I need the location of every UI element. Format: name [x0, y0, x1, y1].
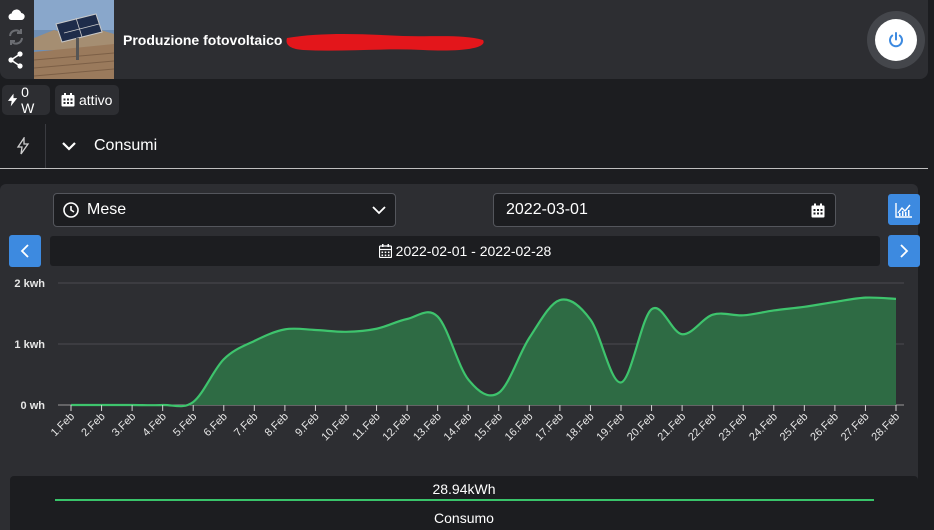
calendar-icon	[378, 244, 392, 258]
data-point	[130, 403, 134, 407]
calendar-icon[interactable]	[811, 203, 825, 218]
x-tick-label: 5.Feb	[171, 411, 199, 439]
data-point	[466, 377, 470, 381]
period-select[interactable]: Mese	[53, 193, 396, 227]
section-underline	[0, 168, 928, 169]
next-period-button[interactable]	[888, 235, 920, 267]
x-tick-label: 9.Feb	[293, 411, 321, 439]
x-tick-label: 18.Feb	[564, 411, 597, 444]
consumption-chart: 2 kwh 1 kwh 0 wh1.Feb 2.Feb 3.Feb 4.Feb 5.Feb 6…	[14, 278, 904, 444]
section-title: Consumi	[94, 137, 158, 154]
data-point	[863, 296, 867, 300]
data-point	[283, 327, 287, 331]
status-badge: attivo	[55, 85, 119, 115]
data-point	[161, 403, 165, 407]
x-tick-label: 28.Feb	[869, 411, 902, 444]
x-tick-label: 12.Feb	[381, 411, 414, 444]
bolt-outline-icon	[16, 137, 30, 155]
x-tick-label: 1.Feb	[49, 411, 77, 439]
consumption-area	[71, 297, 896, 407]
x-tick-label: 20.Feb	[625, 411, 658, 444]
x-tick-label: 14.Feb	[442, 411, 475, 444]
device-title: Produzione fotovoltaico	[123, 32, 283, 48]
power-button[interactable]	[875, 19, 917, 61]
power-value: 0 W	[21, 84, 35, 116]
cloud-icon[interactable]	[6, 5, 26, 25]
data-point	[588, 318, 592, 322]
x-tick-label: 11.Feb	[351, 411, 383, 443]
data-point	[833, 300, 837, 304]
data-point	[191, 400, 195, 404]
x-tick-label: 21.Feb	[656, 411, 689, 444]
x-tick-label: 24.Feb	[747, 411, 780, 444]
data-point	[222, 357, 226, 361]
power-icon	[889, 32, 903, 48]
power-badge: 0 W	[2, 84, 50, 116]
x-tick-label: 16.Feb	[503, 411, 536, 444]
previous-period-button[interactable]	[9, 235, 41, 267]
bolt-icon	[8, 93, 18, 107]
data-point	[894, 297, 898, 301]
chevron-left-icon	[20, 244, 29, 258]
x-tick-label: 27.Feb	[839, 411, 872, 444]
x-tick-label: 4.Feb	[140, 411, 168, 439]
y-tick-label: 2 kwh	[14, 278, 45, 290]
data-point	[497, 391, 501, 395]
calendar-icon	[61, 93, 75, 107]
data-point	[741, 313, 745, 317]
section-divider	[45, 124, 46, 168]
data-point	[802, 305, 806, 309]
x-tick-label: 26.Feb	[808, 411, 841, 444]
date-range-text: 2022-02-01 - 2022-02-28	[395, 243, 552, 259]
device-photo	[34, 0, 114, 79]
data-point	[650, 307, 654, 311]
chevron-right-icon	[900, 244, 909, 258]
data-point	[558, 298, 562, 302]
data-point	[313, 328, 317, 332]
data-point	[680, 332, 684, 336]
redaction-mark	[286, 34, 484, 51]
data-point	[772, 308, 776, 312]
period-select-value: Mese	[87, 201, 127, 218]
x-tick-label: 22.Feb	[686, 411, 719, 444]
y-tick-label: 0 wh	[21, 400, 46, 412]
share-icon[interactable]	[6, 50, 26, 70]
date-input[interactable]: 2022-03-01	[493, 193, 836, 227]
data-point	[100, 403, 104, 407]
total-value: 28.94kWh	[432, 481, 496, 497]
data-point	[619, 380, 623, 384]
x-tick-label: 2.Feb	[79, 411, 107, 439]
x-tick-label: 10.Feb	[319, 411, 352, 444]
data-point	[252, 339, 256, 343]
data-point	[436, 315, 440, 319]
x-tick-label: 13.Feb	[411, 411, 444, 444]
status-value: attivo	[79, 92, 113, 108]
x-tick-label: 6.Feb	[202, 411, 230, 439]
data-point	[69, 403, 73, 407]
data-point	[527, 336, 531, 340]
x-tick-label: 23.Feb	[717, 411, 750, 444]
x-tick-label: 15.Feb	[472, 411, 505, 444]
x-tick-label: 8.Feb	[263, 411, 291, 439]
x-tick-label: 19.Feb	[594, 411, 627, 444]
x-tick-label: 25.Feb	[778, 411, 811, 444]
chevron-down-icon[interactable]	[61, 140, 77, 152]
data-point	[711, 313, 715, 317]
chevron-down-icon	[372, 206, 386, 215]
data-point	[405, 317, 409, 321]
y-tick-label: 1 kwh	[14, 339, 45, 351]
legend-swatch	[55, 499, 874, 501]
x-tick-label: 17.Feb	[533, 411, 566, 444]
legend-series-label: Consumo	[434, 510, 494, 526]
refresh-icon[interactable]	[6, 27, 26, 47]
data-point	[344, 330, 348, 334]
chart-type-button[interactable]	[888, 194, 920, 225]
date-range-display: 2022-02-01 - 2022-02-28	[50, 236, 880, 266]
data-point	[375, 327, 379, 331]
x-tick-label: 7.Feb	[232, 411, 260, 439]
x-tick-label: 3.Feb	[110, 411, 138, 439]
chart-icon	[895, 202, 912, 218]
clock-icon	[63, 202, 79, 218]
date-input-value: 2022-03-01	[506, 201, 588, 218]
